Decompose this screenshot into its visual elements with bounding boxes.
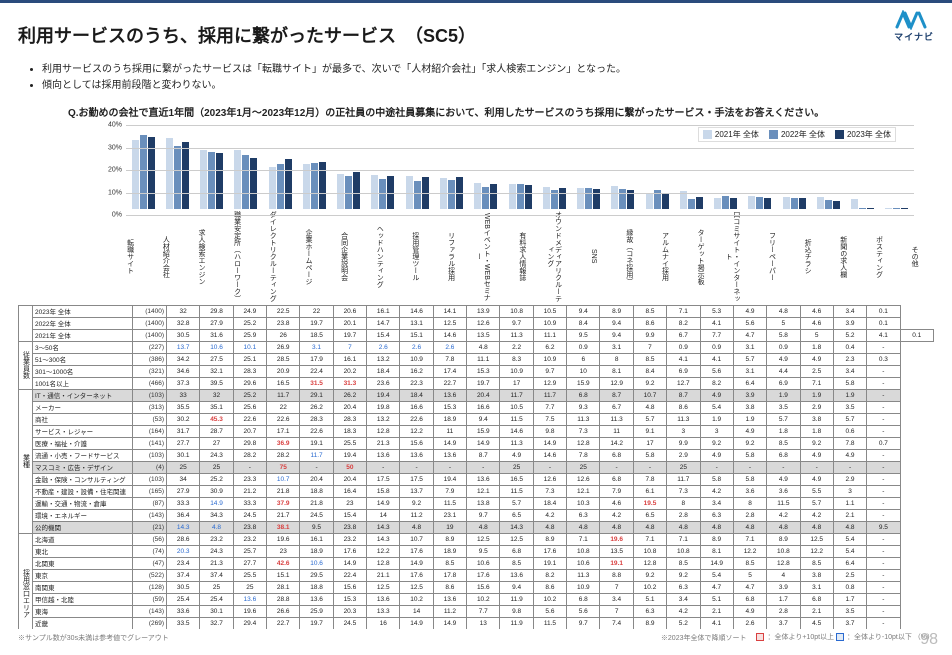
footnote-sort: ※2023年全体で降順ソート bbox=[661, 633, 747, 643]
data-table: 2023年 全体(1400)3229.824.922.52220.616.114… bbox=[18, 305, 934, 629]
page-number: 98 bbox=[920, 631, 938, 649]
brand-logo: マイナビ bbox=[894, 10, 934, 43]
page-title: 利用サービスのうち、採用に繋がったサービス （SC5） bbox=[18, 22, 934, 48]
footnote-legend: ：全体より+10pt以上 ：全体より-10pt以下 （%） bbox=[756, 632, 934, 643]
bar-chart: 2021年 全体 2022年 全体 2023年 全体 0%10%20%30%40… bbox=[98, 125, 918, 209]
footnote-left: ※サンプル数が30s未満は参考値でグレーアウト bbox=[18, 633, 169, 643]
summary-bullets: 利用サービスのうち採用に繋がったサービスは「転職サイト」が最多で、次いで「人材紹… bbox=[36, 62, 934, 94]
brand-text: マイナビ bbox=[894, 30, 934, 43]
question-text: Q.お勤めの会社で直近1年間（2023年1月～2023年12月）の正社員の中途社… bbox=[68, 104, 934, 119]
